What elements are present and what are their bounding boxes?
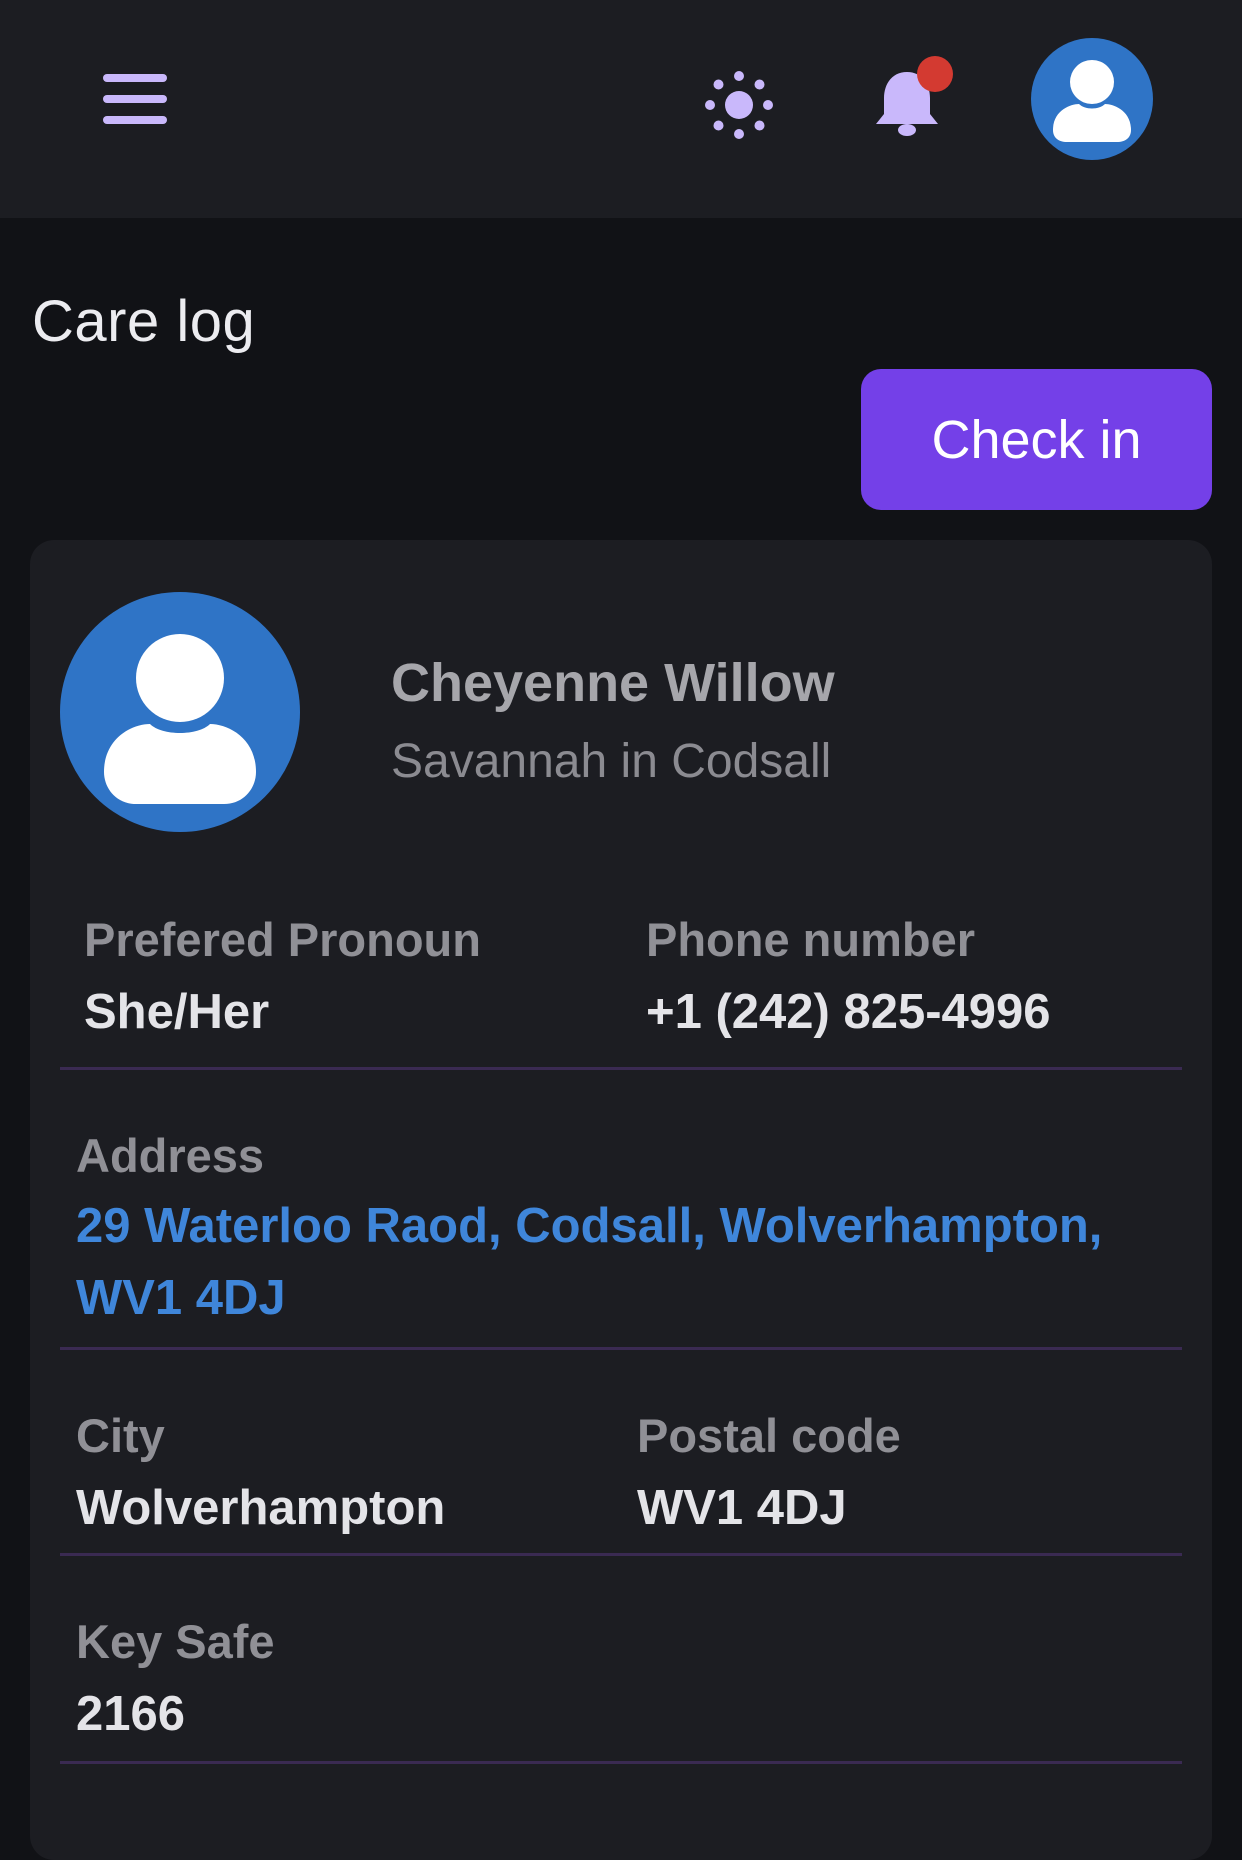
client-location: Savannah in Codsall (391, 735, 832, 788)
client-name: Cheyenne Willow (391, 653, 835, 713)
pronoun-value: She/Her (84, 985, 270, 1039)
address-label: Address (76, 1129, 265, 1182)
menu-line (103, 74, 167, 82)
divider (60, 1347, 1182, 1350)
page-title: Care log (32, 289, 256, 354)
postal-code-label: Postal code (637, 1409, 901, 1462)
city-value: Wolverhampton (76, 1481, 446, 1535)
key-safe-label: Key Safe (76, 1615, 275, 1668)
city-label: City (76, 1409, 165, 1462)
sun-icon[interactable] (702, 68, 776, 142)
pronoun-label: Prefered Pronoun (84, 913, 481, 966)
address-link[interactable]: 29 Waterloo Raod, Codsall, Wolverhampton… (76, 1190, 1186, 1334)
notification-badge (917, 56, 953, 92)
menu-line (103, 116, 167, 124)
profile-avatar-icon[interactable] (1031, 38, 1153, 160)
divider (60, 1067, 1182, 1070)
phone-value[interactable]: +1 (242) 825-4996 (646, 984, 1051, 1040)
client-avatar-icon (60, 592, 300, 832)
top-app-bar (0, 0, 1242, 218)
phone-label: Phone number (646, 913, 976, 966)
hamburger-menu-icon[interactable] (96, 66, 174, 132)
menu-line (103, 95, 167, 103)
key-safe-value: 2166 (76, 1687, 186, 1741)
postal-code-value: WV1 4DJ (637, 1481, 847, 1535)
divider (60, 1761, 1182, 1764)
divider (60, 1553, 1182, 1556)
check-in-button[interactable]: Check in (861, 369, 1212, 510)
